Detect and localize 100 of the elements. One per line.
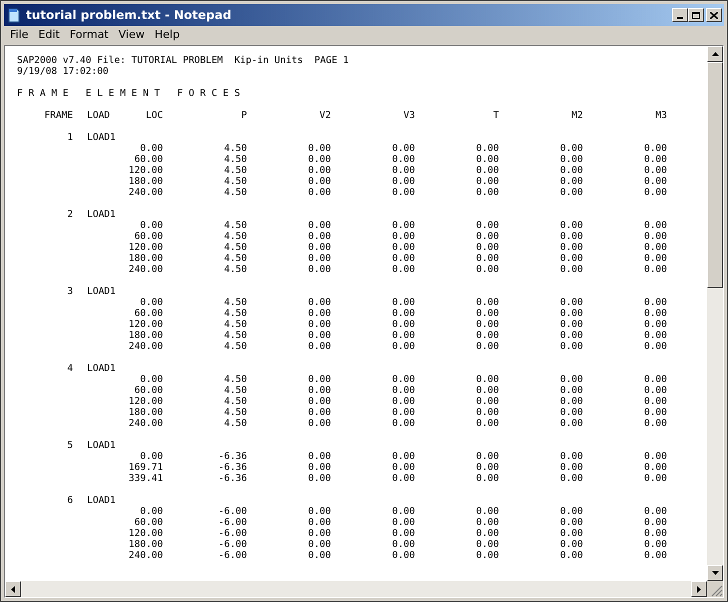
table-cell: 0.00 [140, 451, 163, 462]
table-cell: 120.00 [128, 319, 163, 330]
resize-grip[interactable] [711, 585, 723, 597]
text-area[interactable] [5, 46, 707, 581]
table-cell: 0.00 [476, 396, 499, 407]
table-cell: 0.00 [560, 165, 583, 176]
scroll-down-button[interactable] [707, 565, 723, 581]
table-cell: 0.00 [392, 231, 415, 242]
table-cell: 0.00 [392, 407, 415, 418]
table-cell: 0.00 [308, 187, 331, 198]
table-cell: 0.00 [560, 264, 583, 275]
table-cell: 0.00 [560, 539, 583, 550]
frame-number: 2 [67, 209, 73, 220]
table-cell: 0.00 [560, 143, 583, 154]
table-cell: 0.00 [560, 319, 583, 330]
table-cell: 0.00 [308, 418, 331, 429]
table-cell: 120.00 [128, 528, 163, 539]
scroll-thumb[interactable] [707, 62, 723, 288]
table-cell: 0.00 [308, 396, 331, 407]
minimize-button[interactable] [672, 8, 688, 22]
table-cell: 0.00 [476, 418, 499, 429]
table-cell: 4.50 [224, 143, 247, 154]
table-cell: 4.50 [224, 385, 247, 396]
table-cell: 0.00 [644, 451, 667, 462]
table-cell: 0.00 [308, 385, 331, 396]
horizontal-scrollbar[interactable] [5, 581, 707, 597]
menu-item[interactable]: View [114, 27, 150, 44]
table-cell: 0.00 [560, 473, 583, 484]
table-cell: 0.00 [476, 143, 499, 154]
table-cell: 0.00 [392, 297, 415, 308]
column-header: LOC [146, 110, 163, 121]
menu-item[interactable]: Edit [33, 27, 65, 44]
table-cell: 0.00 [560, 506, 583, 517]
table-cell: 0.00 [476, 165, 499, 176]
menu-item[interactable]: File [5, 27, 34, 44]
column-header: FRAME [44, 110, 73, 121]
maximize-button[interactable] [688, 8, 704, 22]
table-cell: 0.00 [560, 517, 583, 528]
table-cell: 4.50 [224, 165, 247, 176]
table-cell: 0.00 [392, 264, 415, 275]
table-cell: 240.00 [128, 187, 163, 198]
table-cell: 4.50 [224, 308, 247, 319]
frame-number: 6 [67, 495, 73, 506]
table-cell: 0.00 [644, 330, 667, 341]
table-cell: 0.00 [476, 308, 499, 319]
table-cell: 4.50 [224, 396, 247, 407]
menu-item[interactable]: Format [64, 27, 114, 44]
table-cell: 0.00 [644, 473, 667, 484]
table-cell: 0.00 [644, 220, 667, 231]
table-cell: 60.00 [134, 517, 163, 528]
table-cell: 0.00 [644, 407, 667, 418]
column-header: M2 [572, 110, 583, 121]
table-cell: 4.50 [224, 154, 247, 165]
table-cell: -6.00 [218, 539, 247, 550]
table-cell: 0.00 [308, 451, 331, 462]
table-cell: 180.00 [128, 330, 163, 341]
table-cell: 4.50 [224, 187, 247, 198]
table-cell: 0.00 [476, 506, 499, 517]
table-cell: 0.00 [644, 308, 667, 319]
table-cell: 0.00 [476, 154, 499, 165]
scroll-left-button[interactable] [5, 581, 21, 597]
table-cell: 0.00 [392, 418, 415, 429]
table-cell: -6.36 [218, 462, 247, 473]
vertical-scrollbar[interactable] [707, 46, 723, 581]
table-cell: 0.00 [392, 517, 415, 528]
table-cell: -6.00 [218, 550, 247, 561]
table-cell: 0.00 [476, 473, 499, 484]
text-line: SAP2000 v7.40 File: TUTORIAL PROBLEM Kip-in Units PAGE 1 [17, 55, 349, 66]
table-cell: -6.00 [218, 517, 247, 528]
table-cell: 0.00 [644, 462, 667, 473]
table-cell: 0.00 [644, 143, 667, 154]
table-cell: 180.00 [128, 539, 163, 550]
table-cell: 0.00 [476, 176, 499, 187]
menu-item[interactable]: Help [150, 27, 185, 44]
table-cell: 0.00 [644, 165, 667, 176]
frame-number: 4 [67, 363, 73, 374]
table-cell: 0.00 [308, 242, 331, 253]
column-header: V3 [404, 110, 415, 121]
table-cell: 60.00 [134, 385, 163, 396]
table-cell: 0.00 [644, 528, 667, 539]
table-cell: 0.00 [308, 374, 331, 385]
scroll-right-button[interactable] [691, 581, 707, 597]
table-cell: 0.00 [476, 341, 499, 352]
load-name: LOAD1 [87, 440, 116, 451]
table-cell: 0.00 [476, 242, 499, 253]
frame-number: 3 [67, 286, 73, 297]
table-cell: 0.00 [308, 176, 331, 187]
table-cell: 0.00 [392, 539, 415, 550]
table-cell: 4.50 [224, 220, 247, 231]
scroll-up-button[interactable] [707, 46, 723, 62]
table-cell: 0.00 [560, 242, 583, 253]
table-cell: 0.00 [392, 187, 415, 198]
table-cell: 0.00 [392, 550, 415, 561]
table-cell: 0.00 [644, 341, 667, 352]
table-cell: 0.00 [644, 176, 667, 187]
window-title: tutorial problem.txt - Notepad [26, 7, 232, 24]
column-header: V2 [320, 110, 331, 121]
close-button[interactable] [706, 8, 722, 22]
table-cell: 0.00 [476, 539, 499, 550]
table-cell: 0.00 [644, 396, 667, 407]
